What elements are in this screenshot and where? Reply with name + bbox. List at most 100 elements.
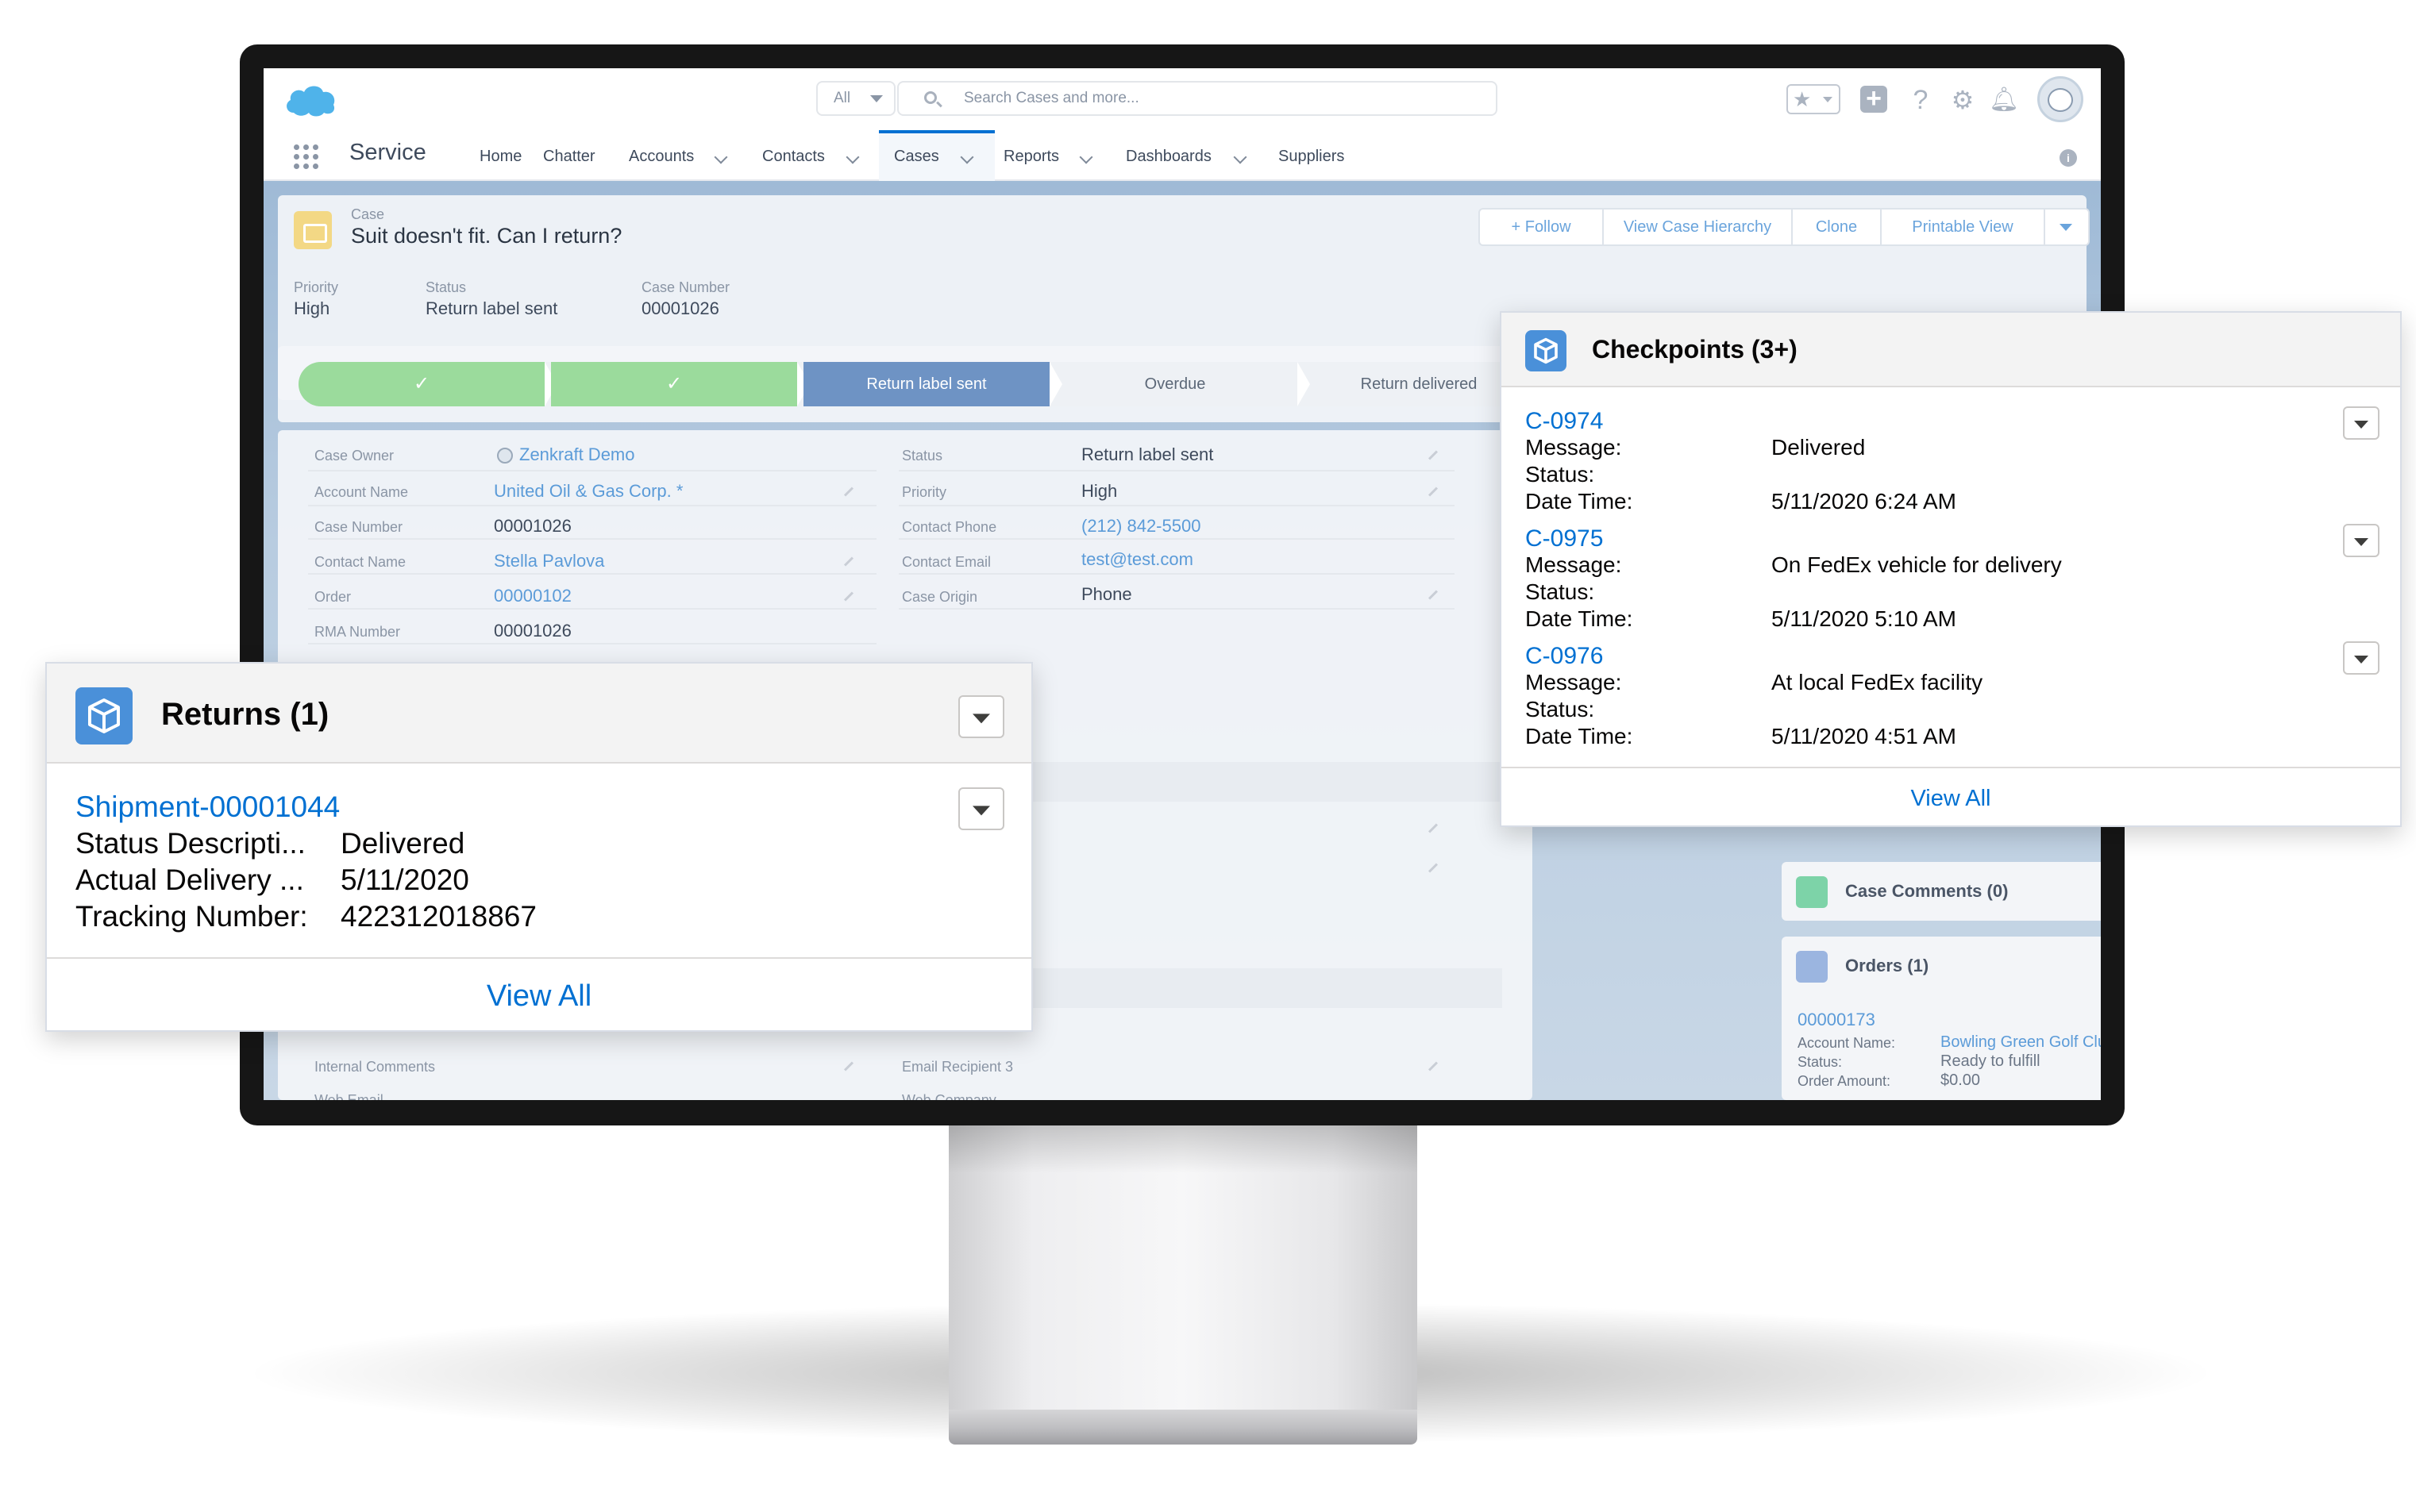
contact-email-link[interactable]: test@test.com [1081,549,1193,570]
order-amount-value: $0.00 [1940,1071,1981,1089]
nav-item-contacts[interactable]: Contacts [762,148,825,166]
checkpoints-panel-header: Checkpoints (3+) [1501,313,2400,387]
checkpoint-link[interactable]: C-0974 [1525,408,1603,435]
case-icon [294,211,332,249]
order-link[interactable]: 00000102 [494,586,572,606]
global-actions-button[interactable]: + [1860,85,1887,113]
orders-icon [1796,951,1828,983]
detail-label: Priority [902,484,947,500]
detail-label: Email Recipient 3 [902,1059,1014,1075]
owner-avatar-icon [497,448,513,464]
shipment-record-link[interactable]: Shipment-00001044 [75,791,340,824]
checkpoint-row-menu-button[interactable] [2343,406,2379,440]
case-number-value: 00001026 [494,516,572,536]
shipment-status-value: Delivered [341,827,465,860]
case-owner-link[interactable]: Zenkraft Demo [519,444,635,465]
shipment-row-menu-button[interactable] [958,787,1004,830]
detail-label: Contact Email [902,554,992,570]
detail-label: Case Number [314,519,403,535]
wrench-icon [1796,876,1828,908]
nav-item-home[interactable]: Home [480,148,522,166]
nav-item-chatter[interactable]: Chatter [543,148,595,166]
case-action-buttons: + Follow View Case Hierarchy Clone Print… [1478,208,2090,246]
nav-item-dashboards[interactable]: Dashboards [1126,148,1212,166]
detail-label: Web Email [314,1092,383,1100]
nav-item-suppliers[interactable]: Suppliers [1278,148,1344,166]
order-field-label: Account Name: [1798,1035,1896,1051]
detail-label: RMA Number [314,624,401,640]
checkpoint-datetime-value: 5/11/2020 4:51 AM [1771,724,1956,748]
checkpoint-row-menu-button[interactable] [2343,641,2379,675]
order-record-link[interactable]: 00000173 [1798,1010,1875,1030]
checkpoint-row-menu-button[interactable] [2343,524,2379,557]
highlight-label-case-number: Case Number [642,279,730,295]
detail-label: Order [314,589,352,605]
search-scope-dropdown[interactable]: All [816,81,896,116]
checkpoint-message-label: Message: [1525,435,1622,460]
checkpoint-link[interactable]: C-0975 [1525,525,1603,552]
detail-row [899,576,1455,610]
checkpoint-datetime-value: 5/11/2020 6:24 AM [1771,489,1956,514]
nav-item-cases[interactable]: Cases [894,148,939,166]
nav-item-accounts[interactable]: Accounts [629,148,694,166]
info-icon[interactable]: i [2060,149,2077,167]
chevron-down-icon[interactable] [1079,150,1093,164]
path-step-overdue[interactable]: Overdue [1056,362,1294,406]
avatar-face-icon [2048,88,2073,112]
detail-label: Internal Comments [314,1059,436,1075]
checkpoint-datetime-value: 5/11/2020 5:10 AM [1771,606,1956,631]
order-field-label: Status: [1798,1054,1843,1070]
global-search-input[interactable]: Search Cases and more... [897,81,1497,116]
highlight-value-priority: High [294,298,330,318]
clone-button[interactable]: Clone [1793,210,1882,244]
contact-name-link[interactable]: Stella Pavlova [494,551,604,571]
box-icon [75,687,133,744]
order-account-link[interactable]: Bowling Green Golf Club [1940,1033,2101,1052]
highlight-value-case-number: 00001026 [642,298,719,318]
order-field-label: Order Amount: [1798,1073,1891,1089]
contact-phone-link[interactable]: (212) 842-5500 [1081,516,1200,537]
more-actions-button[interactable] [2045,210,2088,244]
status-value: Return label sent [1081,444,1214,464]
global-header: All Search Cases and more... ★ + ? ⚙ 🔔︎ [264,68,2101,130]
detail-row [899,473,1455,506]
returns-panel-menu-button[interactable] [958,695,1004,738]
case-comments-title[interactable]: Case Comments (0) [1845,881,2008,902]
checkpoints-view-all-link[interactable]: View All [1501,767,2400,827]
app-launcher-icon[interactable] [294,144,319,170]
related-card-orders: Orders (1) 00000173 Account Name: Bowlin… [1782,937,2101,1100]
user-avatar[interactable] [2037,76,2083,122]
chevron-down-icon[interactable] [846,150,860,164]
chevron-down-icon[interactable] [1233,150,1247,164]
path-step-current[interactable]: Return label sent [803,362,1050,406]
app-navigation: Service Home Chatter Accounts Contacts C… [264,130,2101,181]
favorites-button[interactable]: ★ [1786,84,1840,114]
path-step-complete[interactable]: ✓ [551,362,797,406]
checkpoint-link[interactable]: C-0976 [1525,643,1603,670]
gear-icon[interactable]: ⚙ [1947,84,1979,116]
app-name: Service [349,140,426,165]
path-step-complete[interactable]: ✓ [299,362,545,406]
checkpoint-status-label: Status: [1525,462,1595,487]
detail-label: Web Company [902,1092,996,1100]
orders-title[interactable]: Orders (1) [1845,956,1929,976]
follow-button[interactable]: + Follow [1480,210,1604,244]
checkpoint-datetime-label: Date Time: [1525,724,1633,748]
chevron-down-icon[interactable] [714,150,728,164]
salesforce-cloud-logo[interactable] [283,81,338,117]
bell-icon[interactable]: 🔔︎ [1988,84,2020,116]
rma-number-value: 00001026 [494,621,572,641]
nav-item-reports[interactable]: Reports [1004,148,1059,166]
detail-label: Case Owner [314,448,395,464]
checkpoint-message-value: On FedEx vehicle for delivery [1771,552,2062,577]
printable-view-button[interactable]: Printable View [1882,210,2045,244]
star-icon: ★ [1793,87,1812,111]
search-scope-label: All [834,90,851,106]
help-icon[interactable]: ? [1907,84,1934,116]
highlight-label-priority: Priority [294,279,339,295]
account-name-link[interactable]: United Oil & Gas Corp. * [494,481,683,502]
view-case-hierarchy-button[interactable]: View Case Hierarchy [1604,210,1793,244]
checkpoint-message-value: Delivered [1771,435,1866,460]
returns-view-all-link[interactable]: View All [47,957,1031,1032]
path-step-return-delivered[interactable]: Return delivered [1304,362,1521,406]
